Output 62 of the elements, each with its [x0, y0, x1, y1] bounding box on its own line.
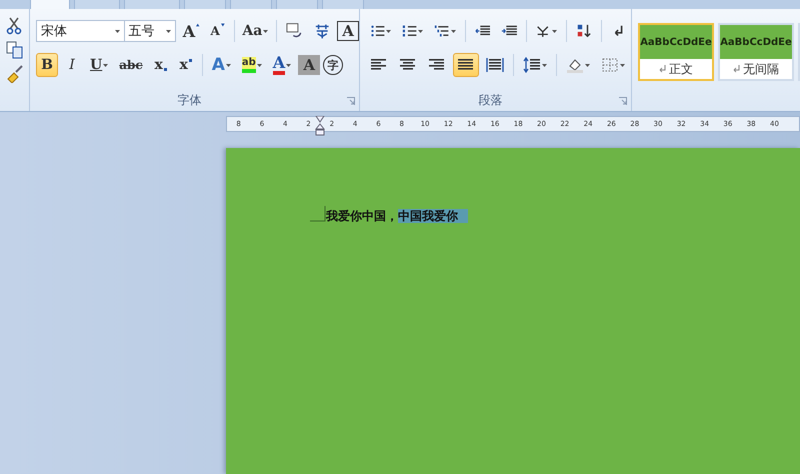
caret-icon [552, 30, 558, 32]
phonetic-guide-icon [286, 22, 303, 40]
up-triangle-icon [196, 23, 200, 27]
paragraph-mark-icon [659, 65, 667, 73]
text-effect-button[interactable]: A [208, 53, 235, 77]
down-triangle-icon [220, 23, 225, 27]
distributed-align-icon [486, 57, 504, 73]
small-square-icon [188, 59, 192, 62]
caret-icon [256, 64, 262, 66]
font-size-field[interactable]: 五号 [124, 20, 176, 42]
caret-icon [166, 30, 171, 32]
enclose-character-button[interactable]: 字 [323, 55, 344, 75]
font-color-button[interactable]: A [268, 53, 296, 77]
caret-icon [114, 30, 120, 32]
caret-icon [418, 30, 424, 32]
style-preview: AaBbCcDdEe [720, 25, 792, 59]
font-name-field[interactable]: 宋体 [36, 20, 125, 42]
superscript-button[interactable]: x [174, 53, 197, 77]
character-shading-button[interactable]: A [298, 55, 320, 75]
caret-icon [103, 64, 108, 66]
style-gallery-item[interactable]: AaBbCcDdEe 正文 [638, 23, 714, 81]
bullet-list-icon [370, 23, 386, 39]
group-label: 段落 [478, 92, 504, 109]
subscript-button[interactable]: x [150, 53, 172, 77]
format-painter-icon[interactable] [6, 65, 24, 83]
shrink-font-button[interactable]: A [206, 19, 229, 43]
style-name: 正文 [669, 60, 693, 78]
indent-marker-icon[interactable] [315, 116, 326, 136]
caret-icon [263, 30, 268, 32]
numbered-list-icon [402, 23, 418, 39]
style-preview: AaBbCcDdEe [640, 25, 712, 59]
document-text: 我爱你中国，中国我爱你 [326, 208, 800, 225]
group-label: 字体 [176, 92, 202, 109]
copy-icon[interactable] [6, 41, 24, 59]
paragraph-mark-icon [733, 65, 741, 73]
caret-icon [542, 64, 547, 66]
border-grid-icon [601, 57, 619, 73]
highlight-button[interactable]: ab [238, 53, 266, 77]
underline-button[interactable]: U [86, 53, 112, 77]
bold-button[interactable]: B [36, 53, 58, 77]
sort-arrow-icon [576, 23, 592, 39]
cut-icon[interactable] [6, 17, 22, 35]
caret-icon [620, 64, 625, 66]
character-convert-icon [314, 22, 330, 40]
italic-button[interactable]: I [61, 53, 83, 77]
margin-corner-mark [310, 206, 326, 222]
paint-bucket-icon [566, 57, 584, 73]
small-square-icon [164, 68, 167, 71]
caret-icon [286, 64, 292, 66]
caret-icon [585, 64, 590, 66]
multilevel-list-icon [434, 23, 450, 39]
character-border-button[interactable]: A [337, 21, 359, 41]
style-name: 无间隔 [743, 60, 779, 78]
strikethrough-button[interactable]: abc [115, 53, 147, 77]
justify-button[interactable] [453, 53, 479, 77]
caret-icon [450, 30, 456, 32]
line-spacing-icon [523, 57, 541, 73]
caret-icon [226, 64, 231, 66]
caret-icon [386, 30, 392, 32]
style-gallery-item[interactable]: AaBbCcDdEe 无间隔 [718, 23, 794, 81]
change-case-button[interactable]: Aa [239, 19, 272, 43]
grow-font-button[interactable]: A [178, 19, 204, 43]
